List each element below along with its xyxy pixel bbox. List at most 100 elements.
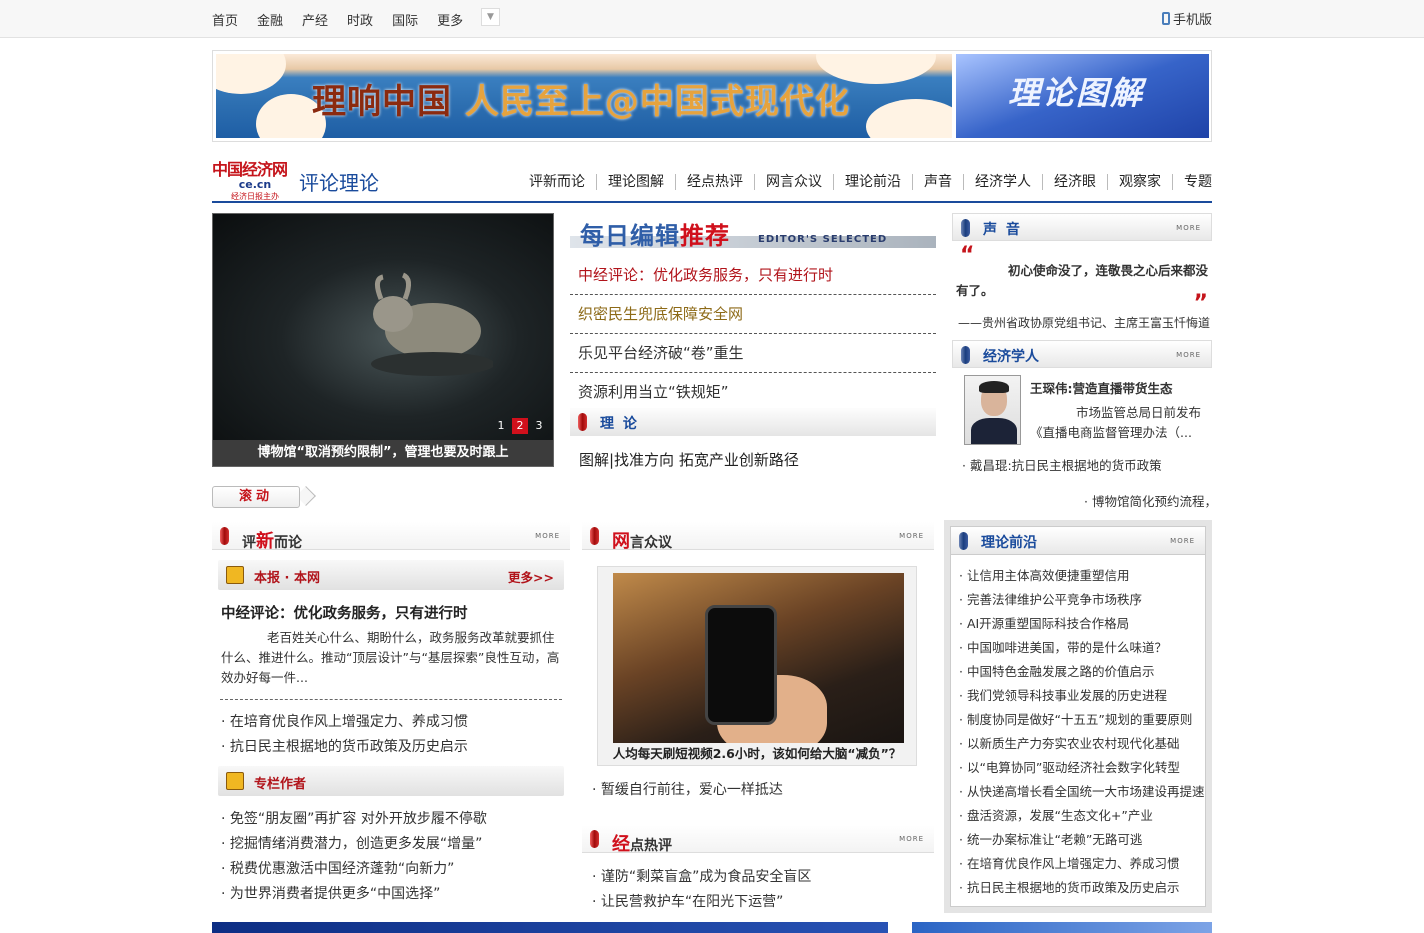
- list-item[interactable]: · AI开源重塑国际科技合作格局: [959, 612, 1205, 636]
- top-nav-industry[interactable]: 产经: [302, 10, 328, 29]
- subnav-item[interactable]: 观察家: [1108, 174, 1173, 190]
- list-item[interactable]: · 盘活资源，发展“生态文化+”产业: [959, 804, 1205, 828]
- economist-more[interactable]: MORE: [1176, 351, 1201, 359]
- subheader-title[interactable]: 专栏作者: [254, 773, 306, 792]
- header-divider: [212, 201, 1212, 203]
- list-item[interactable]: 乐见平台经济破“卷”重生: [570, 334, 936, 373]
- list-item[interactable]: · 统一办案标准让“老赖”无路可逃: [959, 828, 1205, 852]
- voice-source[interactable]: ——贵州省政协原党组书记、主席王富玉忏悔道: [958, 314, 1210, 331]
- pill-icon: [590, 527, 599, 545]
- bottom-banner-left[interactable]: [212, 922, 888, 933]
- economist-avatar[interactable]: [964, 375, 1021, 445]
- commentary-column: 评新而论 MORE 本报 · 本网 更多>> 中经评论：优化政务服务，只有进行时…: [212, 522, 570, 907]
- voice-more[interactable]: MORE: [1176, 224, 1201, 232]
- banner-main[interactable]: 理响中国 人民至上@中国式现代化: [216, 54, 952, 138]
- list-item[interactable]: · 完善法律维护公平竞争市场秩序: [959, 588, 1205, 612]
- list-item[interactable]: · 以新质生产力夯实农业农村现代化基础: [959, 732, 1205, 756]
- slider-page-3[interactable]: 3: [531, 418, 547, 434]
- economist-title[interactable]: 经济学人: [983, 346, 1039, 366]
- slider-caption[interactable]: 博物馆“取消预约限制”，管理也要及时跟上: [213, 440, 553, 466]
- mobile-version-link[interactable]: 手机版: [1161, 9, 1212, 28]
- list-item[interactable]: · 以“电算协同”驱动经济社会数字化转型: [959, 756, 1205, 780]
- netsay-photo[interactable]: 人均每天刷短视频2.6小时，该如何给大脑“减负”？: [597, 566, 917, 766]
- voice-title[interactable]: 声 音: [983, 219, 1022, 239]
- news-ticker[interactable]: · 博物馆简化预约流程，: [1084, 491, 1217, 510]
- banner-side[interactable]: 理论图解: [956, 54, 1209, 138]
- subnav-item[interactable]: 理论图解: [597, 174, 676, 190]
- quote-close-icon: ”: [1193, 291, 1208, 316]
- subnav-item[interactable]: 经济眼: [1043, 174, 1108, 190]
- list-item[interactable]: · 让信用主体高效便捷重塑信用: [959, 564, 1205, 588]
- hot-title-b: 点热评: [630, 838, 672, 854]
- subnav-item[interactable]: 声音: [913, 174, 964, 190]
- scroll-tab[interactable]: 滚动: [212, 486, 316, 508]
- slider-page-1[interactable]: 1: [493, 418, 509, 434]
- document-icon: [226, 566, 244, 584]
- voice-quote[interactable]: 初心使命没了，连敬畏之心后来都没有了。: [956, 261, 1212, 301]
- frontier-more[interactable]: MORE: [1170, 537, 1195, 545]
- frontier-title[interactable]: 理论前沿: [981, 532, 1037, 552]
- phone-shape: [705, 605, 777, 725]
- hot-comment-title[interactable]: 经点热评: [612, 830, 672, 856]
- subheader-more[interactable]: 更多>>: [508, 567, 554, 586]
- list-item[interactable]: · 中国咖啡进美国，带的是什么味道？: [959, 636, 1205, 660]
- subnav-item[interactable]: 专题: [1173, 174, 1212, 190]
- theory-title[interactable]: 理 论: [600, 413, 639, 433]
- theory-header: 理 论: [570, 408, 936, 436]
- list-item[interactable]: · 免签“朋友圈”再扩容 对外开放步履不停歇: [221, 807, 570, 832]
- site-logo[interactable]: 中国经济网 ce.cn 经济日报主办: [212, 156, 298, 201]
- netsay-photo-image[interactable]: [613, 573, 904, 743]
- top-nav-politics[interactable]: 时政: [347, 10, 373, 29]
- list-item[interactable]: · 挖掘情绪消费潜力，创造更多发展“增量”: [221, 832, 570, 857]
- list-item[interactable]: · 从快递高增长看全国统一大市场建设再提速: [959, 780, 1205, 804]
- list-item[interactable]: · 抗日民主根据地的货币政策及历史启示: [221, 735, 570, 760]
- list-item[interactable]: · 我们党领导科技事业发展的历史进程: [959, 684, 1205, 708]
- top-nav-home[interactable]: 首页: [212, 10, 238, 29]
- photo-slider[interactable]: 1 2 3 博物馆“取消预约限制”，管理也要及时跟上: [212, 213, 554, 467]
- list-item[interactable]: 织密民生兜底保障安全网: [570, 295, 936, 334]
- theory-link[interactable]: 图解|找准方向 拓宽产业创新路径: [570, 449, 936, 470]
- subnav-item[interactable]: 评新而论: [518, 174, 597, 190]
- list-item[interactable]: · 谨防“剩菜盲盒”成为食品安全盲区: [592, 865, 934, 890]
- chevron-down-icon[interactable]: ▼: [481, 8, 500, 26]
- commentary-subheader-1: 本报 · 本网 更多>>: [218, 560, 564, 590]
- subnav-item[interactable]: 经点热评: [676, 174, 755, 190]
- section-title[interactable]: 评论理论: [299, 167, 379, 196]
- top-nav-finance[interactable]: 金融: [257, 10, 283, 29]
- economist-headline[interactable]: 王琛伟:营造直播带货生态: [1030, 378, 1173, 397]
- subnav-item[interactable]: 网言众议: [755, 174, 834, 190]
- netsay-photo-caption[interactable]: 人均每天刷短视频2.6小时，该如何给大脑“减负”？: [598, 743, 916, 765]
- list-item[interactable]: · 为世界消费者提供更多“中国选择”: [221, 882, 570, 907]
- commentary-more[interactable]: MORE: [535, 532, 560, 540]
- frontier-links: · 让信用主体高效便捷重塑信用 · 完善法律维护公平竞争市场秩序 · AI开源重…: [959, 564, 1205, 900]
- list-item[interactable]: · 中国特色金融发展之路的价值启示: [959, 660, 1205, 684]
- list-item[interactable]: · 制度协同是做好“十五五”规划的重要原则: [959, 708, 1205, 732]
- list-item[interactable]: · 在培育优良作风上增强定力、养成习惯: [959, 852, 1205, 876]
- list-item[interactable]: · 税费优惠激活中国经济蓬勃“向新力”: [221, 857, 570, 882]
- netsay-more[interactable]: MORE: [899, 532, 924, 540]
- hot-comment-more[interactable]: MORE: [899, 835, 924, 843]
- cloud-decoration: [216, 54, 286, 94]
- commentary-title[interactable]: 评新而论: [242, 527, 302, 553]
- top-nav-international[interactable]: 国际: [392, 10, 418, 29]
- slider-image[interactable]: [213, 214, 553, 440]
- slider-page-2[interactable]: 2: [512, 418, 528, 434]
- list-item[interactable]: 资源利用当立“铁规矩”: [570, 373, 936, 412]
- top-nav-more[interactable]: 更多: [437, 10, 463, 29]
- list-item[interactable]: 中经评论：优化政务服务，只有进行时: [570, 256, 936, 295]
- cloud-decoration: [866, 99, 952, 138]
- list-item[interactable]: · 在培育优良作风上增强定力、养成习惯: [221, 710, 570, 735]
- netsay-title[interactable]: 网言众议: [612, 527, 672, 553]
- bottom-banner-right[interactable]: [912, 922, 1212, 933]
- subheader-title[interactable]: 本报 · 本网: [254, 567, 320, 586]
- subnav-item[interactable]: 理论前沿: [834, 174, 913, 190]
- netsay-column: 网言众议 MORE 人均每天刷短视频2.6小时，该如何给大脑“减负”？ · 暂缓…: [582, 522, 934, 915]
- subnav-item[interactable]: 经济学人: [964, 174, 1043, 190]
- economist-link[interactable]: · 戴昌琨:抗日民主根据地的货币政策: [962, 455, 1162, 474]
- banner-slogan-prefix: 理响中国: [312, 82, 452, 122]
- list-item[interactable]: · 暂缓自行前往，爱心一样抵达: [592, 778, 934, 803]
- list-item[interactable]: · 让民营救护车“在阳光下运营”: [592, 890, 934, 915]
- lead-article-title[interactable]: 中经评论：优化政务服务，只有进行时: [221, 602, 570, 623]
- list-item[interactable]: · 抗日民主根据地的货币政策及历史启示: [959, 876, 1205, 900]
- top-banner[interactable]: 理响中国 人民至上@中国式现代化 理论图解: [212, 50, 1212, 142]
